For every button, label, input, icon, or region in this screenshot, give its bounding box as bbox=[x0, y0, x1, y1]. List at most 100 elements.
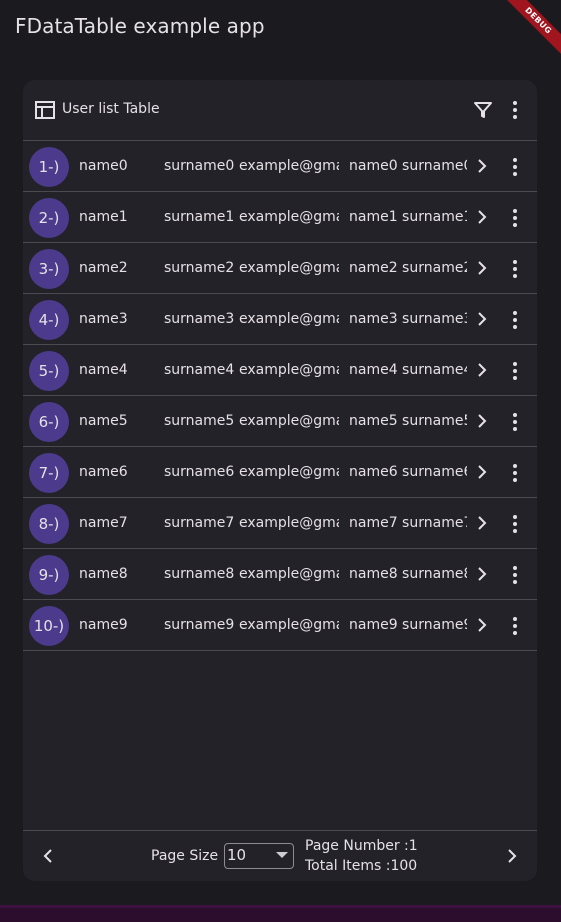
more-vert-icon[interactable] bbox=[507, 156, 523, 178]
cell-email: example@gmai bbox=[239, 260, 339, 276]
row-index-avatar: 7-) bbox=[29, 453, 69, 493]
cell-email: example@gmai bbox=[239, 515, 339, 531]
cell-surname: surname4 bbox=[164, 362, 234, 378]
chevron-right-icon[interactable] bbox=[475, 565, 489, 583]
chevron-right-icon[interactable] bbox=[475, 616, 489, 634]
cell-name: name7 bbox=[79, 515, 128, 531]
cell-name: name2 bbox=[79, 260, 128, 276]
table-row[interactable]: 2-) name1 surname1 example@gmai name1 su… bbox=[23, 192, 537, 243]
table-row[interactable]: 6-) name5 surname5 example@gmai name5 su… bbox=[23, 396, 537, 447]
cell-name: name8 bbox=[79, 566, 128, 582]
cell-email: example@gmai bbox=[239, 209, 339, 225]
cell-full-name: name3 surname3 bbox=[349, 311, 467, 327]
table-row[interactable]: 3-) name2 surname2 example@gmai name2 su… bbox=[23, 243, 537, 294]
cell-name: name6 bbox=[79, 464, 128, 480]
cell-name: name0 bbox=[79, 158, 128, 174]
cell-full-name: name8 surname8 bbox=[349, 566, 467, 582]
cell-name: name1 bbox=[79, 209, 128, 225]
app-root: FDataTable example app DEBUG User list T… bbox=[0, 0, 561, 922]
cell-full-name: name6 surname6 bbox=[349, 464, 467, 480]
more-vert-icon[interactable] bbox=[507, 207, 523, 229]
more-vert-icon[interactable] bbox=[507, 99, 523, 121]
more-vert-icon[interactable] bbox=[507, 309, 523, 331]
cell-full-name: name5 surname5 bbox=[349, 413, 467, 429]
more-vert-icon[interactable] bbox=[507, 360, 523, 382]
row-index-avatar: 3-) bbox=[29, 249, 69, 289]
cell-surname: surname0 bbox=[164, 158, 234, 174]
chevron-right-icon[interactable] bbox=[475, 412, 489, 430]
cell-full-name: name1 surname1 bbox=[349, 209, 467, 225]
cell-name: name4 bbox=[79, 362, 128, 378]
row-index-avatar: 10-) bbox=[29, 606, 69, 646]
table-row[interactable]: 10-) name9 surname9 example@gmai name9 s… bbox=[23, 600, 537, 651]
row-index-avatar: 2-) bbox=[29, 198, 69, 238]
table-row[interactable]: 9-) name8 surname8 example@gmai name8 su… bbox=[23, 549, 537, 600]
chevron-right-icon[interactable] bbox=[475, 259, 489, 277]
page-size-dropdown[interactable]: 10 bbox=[224, 843, 294, 869]
table-row[interactable]: 8-) name7 surname7 example@gmai name7 su… bbox=[23, 498, 537, 549]
table-title: User list Table bbox=[62, 101, 160, 117]
cell-email: example@gmai bbox=[239, 311, 339, 327]
cell-surname: surname2 bbox=[164, 260, 234, 276]
cell-surname: surname9 bbox=[164, 617, 234, 633]
chevron-right-icon[interactable] bbox=[475, 310, 489, 328]
cell-email: example@gmai bbox=[239, 158, 339, 174]
table-row[interactable]: 7-) name6 surname6 example@gmai name6 su… bbox=[23, 447, 537, 498]
cell-full-name: name9 surname9 bbox=[349, 617, 467, 633]
row-index-avatar: 6-) bbox=[29, 402, 69, 442]
row-index-avatar: 1-) bbox=[29, 147, 69, 187]
row-index-avatar: 8-) bbox=[29, 504, 69, 544]
cell-name: name9 bbox=[79, 617, 128, 633]
page-size-value: 10 bbox=[227, 846, 247, 864]
cell-surname: surname3 bbox=[164, 311, 234, 327]
more-vert-icon[interactable] bbox=[507, 513, 523, 535]
table-header: User list Table bbox=[23, 80, 537, 140]
chevron-left-icon[interactable] bbox=[41, 847, 55, 865]
more-vert-icon[interactable] bbox=[507, 564, 523, 586]
table-row[interactable]: 4-) name3 surname3 example@gmai name3 su… bbox=[23, 294, 537, 345]
cell-name: name5 bbox=[79, 413, 128, 429]
cell-full-name: name0 surname0 bbox=[349, 158, 467, 174]
page-size-label: Page Size bbox=[151, 848, 219, 864]
table-icon bbox=[35, 101, 55, 119]
row-index-avatar: 5-) bbox=[29, 351, 69, 391]
chevron-right-icon[interactable] bbox=[475, 514, 489, 532]
cell-surname: surname1 bbox=[164, 209, 234, 225]
cell-surname: surname7 bbox=[164, 515, 234, 531]
chevron-right-icon[interactable] bbox=[475, 208, 489, 226]
table-body: 1-) name0 surname0 example@gmai name0 su… bbox=[23, 141, 537, 651]
cell-full-name: name4 surname4 bbox=[349, 362, 467, 378]
more-vert-icon[interactable] bbox=[507, 258, 523, 280]
cell-name: name3 bbox=[79, 311, 128, 327]
dropdown-arrow-icon bbox=[276, 852, 288, 858]
row-index-avatar: 9-) bbox=[29, 555, 69, 595]
cell-surname: surname6 bbox=[164, 464, 234, 480]
filter-icon[interactable] bbox=[473, 101, 493, 119]
table-row[interactable]: 1-) name0 surname0 example@gmai name0 su… bbox=[23, 141, 537, 192]
cell-email: example@gmai bbox=[239, 617, 339, 633]
cell-email: example@gmai bbox=[239, 464, 339, 480]
more-vert-icon[interactable] bbox=[507, 462, 523, 484]
pagination-footer: Page Size 10 Page Number :1 Total Items … bbox=[23, 830, 537, 881]
cell-email: example@gmai bbox=[239, 362, 339, 378]
bottom-system-bar-edge bbox=[0, 905, 561, 908]
cell-full-name: name2 surname2 bbox=[349, 260, 467, 276]
chevron-right-icon[interactable] bbox=[475, 463, 489, 481]
chevron-right-icon[interactable] bbox=[475, 361, 489, 379]
total-items-text: Total Items :100 bbox=[305, 858, 418, 874]
app-bar: FDataTable example app bbox=[0, 0, 561, 56]
chevron-right-icon[interactable] bbox=[475, 157, 489, 175]
table-row[interactable]: 5-) name4 surname4 example@gmai name4 su… bbox=[23, 345, 537, 396]
app-title: FDataTable example app bbox=[15, 14, 265, 38]
more-vert-icon[interactable] bbox=[507, 411, 523, 433]
cell-surname: surname5 bbox=[164, 413, 234, 429]
data-table-card: User list Table 1-) name0 surname0 examp… bbox=[23, 80, 537, 881]
chevron-right-icon[interactable] bbox=[505, 847, 519, 865]
page-number-text: Page Number :1 bbox=[305, 838, 418, 854]
cell-full-name: name7 surname7 bbox=[349, 515, 467, 531]
row-index-avatar: 4-) bbox=[29, 300, 69, 340]
cell-email: example@gmai bbox=[239, 566, 339, 582]
cell-email: example@gmai bbox=[239, 413, 339, 429]
cell-surname: surname8 bbox=[164, 566, 234, 582]
more-vert-icon[interactable] bbox=[507, 615, 523, 637]
